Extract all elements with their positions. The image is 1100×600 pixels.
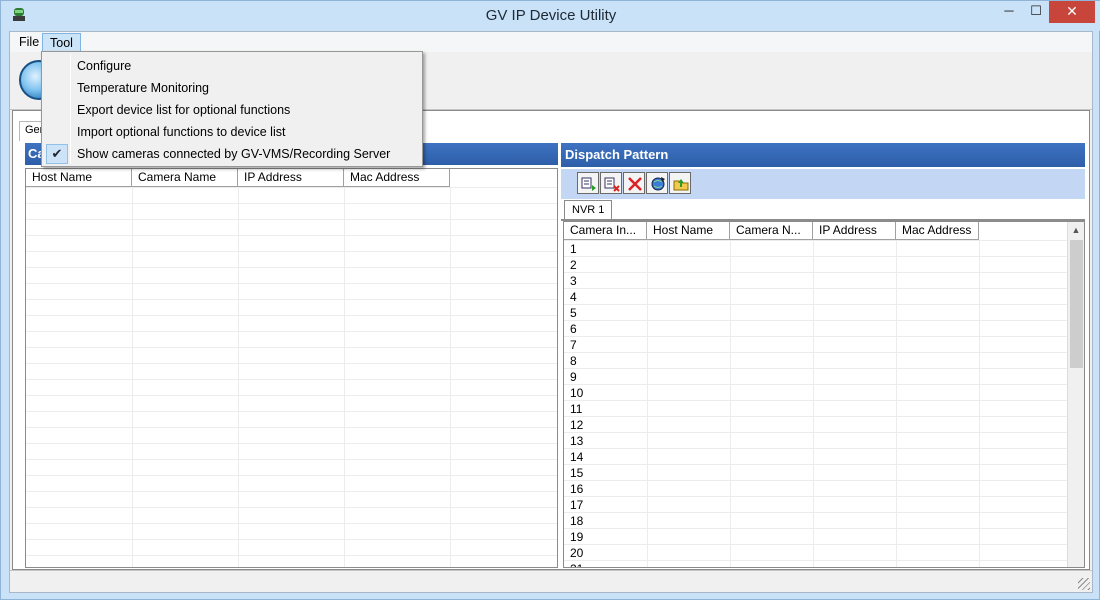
menu-bar: File Tool bbox=[10, 32, 1092, 52]
dispatch-pattern-header: Dispatch Pattern bbox=[561, 143, 1085, 167]
table-row[interactable]: 9 bbox=[570, 370, 577, 384]
close-button[interactable]: ✕ bbox=[1049, 1, 1095, 23]
scroll-thumb[interactable] bbox=[1070, 240, 1083, 368]
globe-refresh-icon[interactable] bbox=[646, 172, 668, 194]
table-row[interactable]: 7 bbox=[570, 338, 577, 352]
table-row[interactable]: 3 bbox=[570, 274, 577, 288]
table-row[interactable]: 16 bbox=[570, 482, 583, 496]
table-row[interactable]: 20 bbox=[570, 546, 583, 560]
tab-nvr-1[interactable]: NVR 1 bbox=[564, 200, 613, 220]
table-row[interactable]: 4 bbox=[570, 290, 577, 304]
menu-item-label: Show cameras connected by GV-VMS/Recordi… bbox=[77, 147, 391, 161]
menu-item-show-cameras[interactable]: ✔ Show cameras connected by GV-VMS/Recor… bbox=[44, 143, 420, 165]
menu-item-export-device-list[interactable]: Export device list for optional function… bbox=[44, 99, 420, 121]
scroll-up-icon[interactable]: ▲ bbox=[1068, 222, 1084, 238]
title-bar[interactable]: GV IP Device Utility ─ ☐ ✕ bbox=[1, 1, 1100, 31]
column-ip-address[interactable]: IP Address bbox=[813, 222, 896, 240]
camera-list[interactable]: Host Name Camera Name IP Address Mac Add… bbox=[25, 168, 558, 568]
delete-icon[interactable] bbox=[623, 172, 645, 194]
table-row[interactable]: 2 bbox=[570, 258, 577, 272]
grid-columns bbox=[26, 187, 557, 567]
tool-menu-dropdown: Configure Temperature Monitoring Export … bbox=[41, 51, 423, 167]
remove-list-icon[interactable] bbox=[600, 172, 622, 194]
table-row[interactable]: 1 bbox=[570, 242, 577, 256]
dispatch-list[interactable]: Camera In... Host Name Camera N... IP Ad… bbox=[563, 221, 1085, 568]
table-row[interactable]: 17 bbox=[570, 498, 583, 512]
column-camera-index[interactable]: Camera In... bbox=[564, 222, 647, 240]
grid-columns bbox=[564, 240, 1067, 567]
menu-item-import-optional-functions[interactable]: Import optional functions to device list bbox=[44, 121, 420, 143]
table-row[interactable]: 12 bbox=[570, 418, 583, 432]
table-row[interactable]: 19 bbox=[570, 530, 583, 544]
add-list-icon[interactable] bbox=[577, 172, 599, 194]
menu-item-label: Export device list for optional function… bbox=[77, 103, 291, 117]
checkmark-icon: ✔ bbox=[46, 144, 68, 164]
table-row[interactable]: 8 bbox=[570, 354, 577, 368]
table-row[interactable]: 11 bbox=[570, 402, 582, 416]
table-row[interactable]: 18 bbox=[570, 514, 583, 528]
table-row[interactable]: 13 bbox=[570, 434, 583, 448]
column-camera-name[interactable]: Camera N... bbox=[730, 222, 813, 240]
main-panel: Gen Ca Host Name Camera Name IP Address … bbox=[12, 110, 1090, 570]
menu-item-label: Configure bbox=[77, 59, 132, 73]
table-row[interactable]: 15 bbox=[570, 466, 583, 480]
column-host-name[interactable]: Host Name bbox=[647, 222, 730, 240]
table-row[interactable]: 21 bbox=[570, 562, 583, 567]
status-bar bbox=[10, 570, 1092, 592]
table-row[interactable]: 6 bbox=[570, 322, 577, 336]
menu-item-temperature-monitoring[interactable]: Temperature Monitoring bbox=[44, 77, 420, 99]
table-row[interactable]: 5 bbox=[570, 306, 577, 320]
column-host-name[interactable]: Host Name bbox=[26, 169, 132, 187]
dispatch-toolbar bbox=[561, 169, 1085, 199]
menu-item-configure[interactable]: Configure bbox=[44, 55, 420, 77]
table-row[interactable]: 14 bbox=[570, 450, 583, 464]
column-camera-name[interactable]: Camera Name bbox=[132, 169, 238, 187]
column-mac-address[interactable]: Mac Address bbox=[896, 222, 979, 240]
column-mac-address[interactable]: Mac Address bbox=[344, 169, 450, 187]
menu-item-label: Import optional functions to device list bbox=[77, 125, 286, 139]
menu-item-label: Temperature Monitoring bbox=[77, 81, 210, 95]
upload-folder-icon[interactable] bbox=[669, 172, 691, 194]
app-window: GV IP Device Utility ─ ☐ ✕ File Tool Gen… bbox=[0, 0, 1100, 600]
resize-grip-icon[interactable] bbox=[1078, 578, 1090, 590]
column-ip-address[interactable]: IP Address bbox=[238, 169, 344, 187]
minimize-button[interactable]: ─ bbox=[995, 1, 1023, 23]
table-row[interactable]: 10 bbox=[570, 386, 583, 400]
window-title: GV IP Device Utility bbox=[485, 7, 617, 24]
menu-tool[interactable]: Tool bbox=[42, 33, 81, 52]
maximize-button[interactable]: ☐ bbox=[1022, 1, 1050, 23]
vertical-scrollbar[interactable]: ▲ bbox=[1067, 222, 1084, 567]
